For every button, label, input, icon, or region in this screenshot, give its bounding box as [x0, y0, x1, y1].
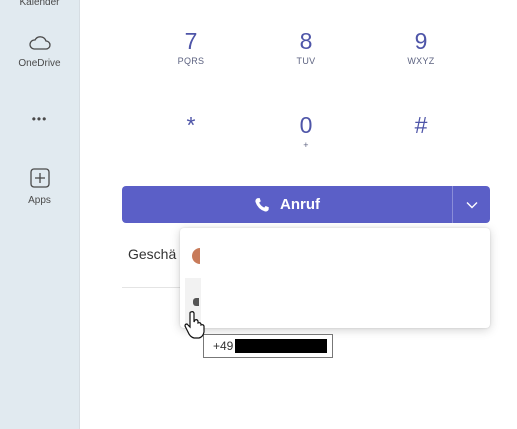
key-digit: * [186, 112, 196, 138]
dialpad-key-hash[interactable]: # [381, 112, 461, 140]
key-letters: WXYZ [407, 56, 435, 66]
key-letters: PQRS [177, 56, 205, 66]
sidebar-item-onedrive[interactable]: OneDrive [0, 34, 79, 69]
tooltip-prefix: +49 [213, 339, 234, 353]
key-digit: 0 [299, 112, 313, 138]
menu-item-icon [193, 298, 199, 306]
sidebar-item-calendar[interactable]: Kalender [0, 0, 79, 8]
call-options-menu [180, 228, 490, 328]
add-apps-icon [29, 168, 50, 188]
cloud-icon [28, 36, 51, 50]
key-letters: TUV [296, 56, 316, 66]
key-digit: # [414, 112, 428, 138]
key-letters: + [303, 140, 309, 150]
dialpad-key-star[interactable]: * [151, 112, 231, 140]
dialpad-key-9[interactable]: 9 WXYZ [381, 28, 461, 66]
call-button-label: Anruf [280, 196, 320, 213]
app-sidebar: Kalender OneDrive ••• Apps [0, 0, 79, 429]
key-digit: 9 [414, 28, 428, 54]
background-section-label: Geschä [128, 246, 177, 262]
dialpad-key-8[interactable]: 8 TUV [266, 28, 346, 66]
dialpad-key-0[interactable]: 0 + [266, 112, 346, 150]
hand-cursor-icon [184, 311, 205, 339]
sidebar-item-label: Kalender [19, 0, 60, 8]
phone-icon [255, 197, 269, 212]
redacted-number [235, 339, 328, 353]
call-button[interactable]: Anruf [122, 186, 452, 223]
chevron-down-icon [466, 201, 477, 208]
key-digit: 7 [184, 28, 198, 54]
sidebar-item-more[interactable]: ••• [0, 112, 79, 126]
phone-number-tooltip: +49 [203, 334, 333, 358]
sidebar-item-label: Apps [28, 195, 51, 206]
more-icon: ••• [31, 112, 48, 126]
sidebar-divider [79, 0, 80, 429]
key-digit: 8 [299, 28, 313, 54]
call-options-dropdown-button[interactable] [452, 186, 490, 223]
sidebar-item-apps[interactable]: Apps [0, 167, 79, 206]
dialpad-key-7[interactable]: 7 PQRS [151, 28, 231, 66]
sidebar-item-label: OneDrive [18, 58, 61, 69]
